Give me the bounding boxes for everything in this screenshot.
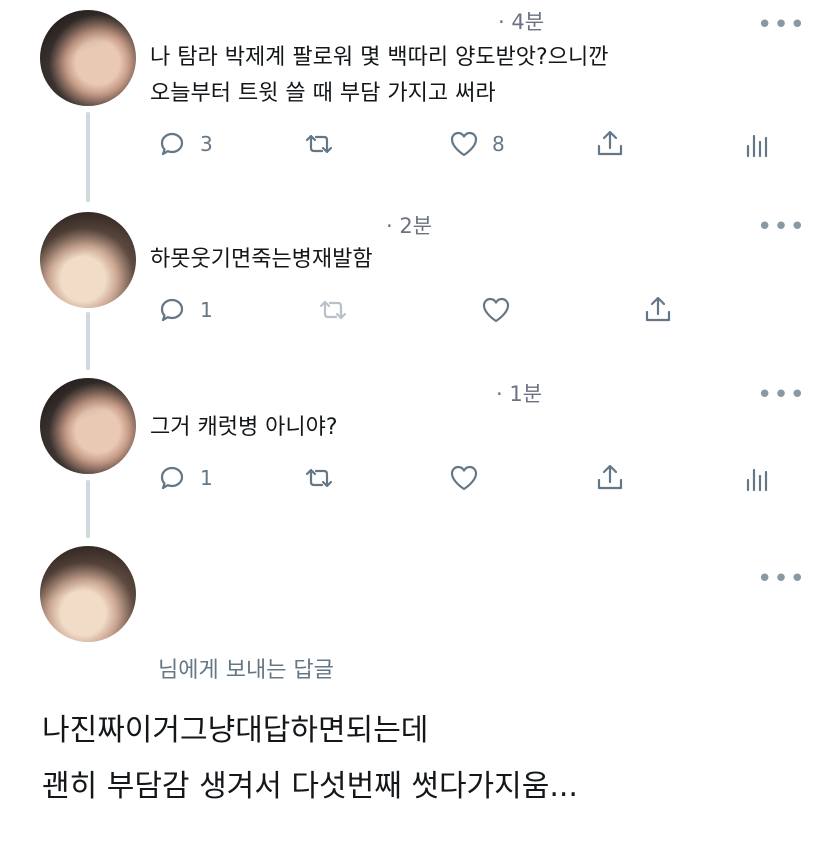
avatar[interactable] [40,10,136,106]
share-button[interactable] [594,462,626,494]
reply-compose-text[interactable]: 나진짜이거그냥대답하면되는데 괜히 부담감 생겨서 다섯번째 썻다가지움... [42,703,578,815]
tweet-text-line: 오늘부터 트윗 쓸 때 부담 가지고 써라 [150,81,496,106]
like-count: 8 [492,132,505,156]
reply-icon [156,128,188,160]
retweet-button [316,294,350,326]
analytics-icon [744,462,770,494]
more-options-icon[interactable]: ••• [757,12,806,38]
compose-line: 괜히 부담감 생겨서 다섯번째 썻다가지움... [42,769,578,804]
share-icon [594,128,626,160]
reply-icon [156,462,188,494]
reply-icon [156,294,188,326]
avatar[interactable] [40,546,136,642]
reply-button[interactable]: 1 [156,462,213,494]
tweet-timestamp[interactable]: · 1분 [496,378,542,408]
retweet-icon [302,462,336,494]
like-icon [448,462,480,494]
analytics-button[interactable] [744,462,770,494]
tweet-text-line: 하못웃기면죽는병재발함 [150,247,373,272]
tweet-timestamp[interactable]: · 2분 [386,210,432,240]
thread-connector [86,312,90,370]
share-button[interactable] [594,128,626,160]
share-button[interactable] [642,294,674,326]
tweet-text: 그거 캐럿병 아니야? [150,410,338,446]
like-button[interactable]: 8 [448,128,505,160]
like-icon [448,128,480,160]
reply-count: 1 [200,466,213,490]
tweet-text: 나 탐라 박제계 팔로워 몇 백따리 양도받앗?으니깐 오늘부터 트윗 쓸 때 … [150,40,608,112]
reply-button[interactable]: 3 [156,128,213,160]
reply-button[interactable]: 1 [156,294,213,326]
share-icon [642,294,674,326]
avatar[interactable] [40,378,136,474]
retweet-icon [316,294,350,326]
avatar[interactable] [40,212,136,308]
like-button[interactable] [480,294,512,326]
share-icon [594,462,626,494]
retweet-button[interactable] [302,462,336,494]
thread-connector [86,112,90,202]
reply-count: 1 [200,298,213,322]
retweet-button[interactable] [302,128,336,160]
analytics-icon [744,128,770,160]
tweet-text-line: 나 탐라 박제계 팔로워 몇 백따리 양도받앗?으니깐 [150,45,609,70]
reply-count: 3 [200,132,213,156]
more-options-icon[interactable]: ••• [757,566,806,592]
tweet-text: 하못웃기면죽는병재발함 [150,242,373,278]
tweet-text-line: 그거 캐럿병 아니야? [150,415,338,440]
retweet-icon [302,128,336,160]
more-options-icon[interactable]: ••• [757,382,806,408]
tweet-timestamp[interactable]: · 4분 [498,6,544,36]
like-button[interactable] [448,462,480,494]
reply-to-label: 님에게 보내는 답글 [158,658,334,683]
more-options-icon[interactable]: ••• [757,214,806,240]
like-icon [480,294,512,326]
thread-connector [86,480,90,538]
analytics-button[interactable] [744,128,770,160]
compose-line: 나진짜이거그냥대답하면되는데 [42,713,429,748]
